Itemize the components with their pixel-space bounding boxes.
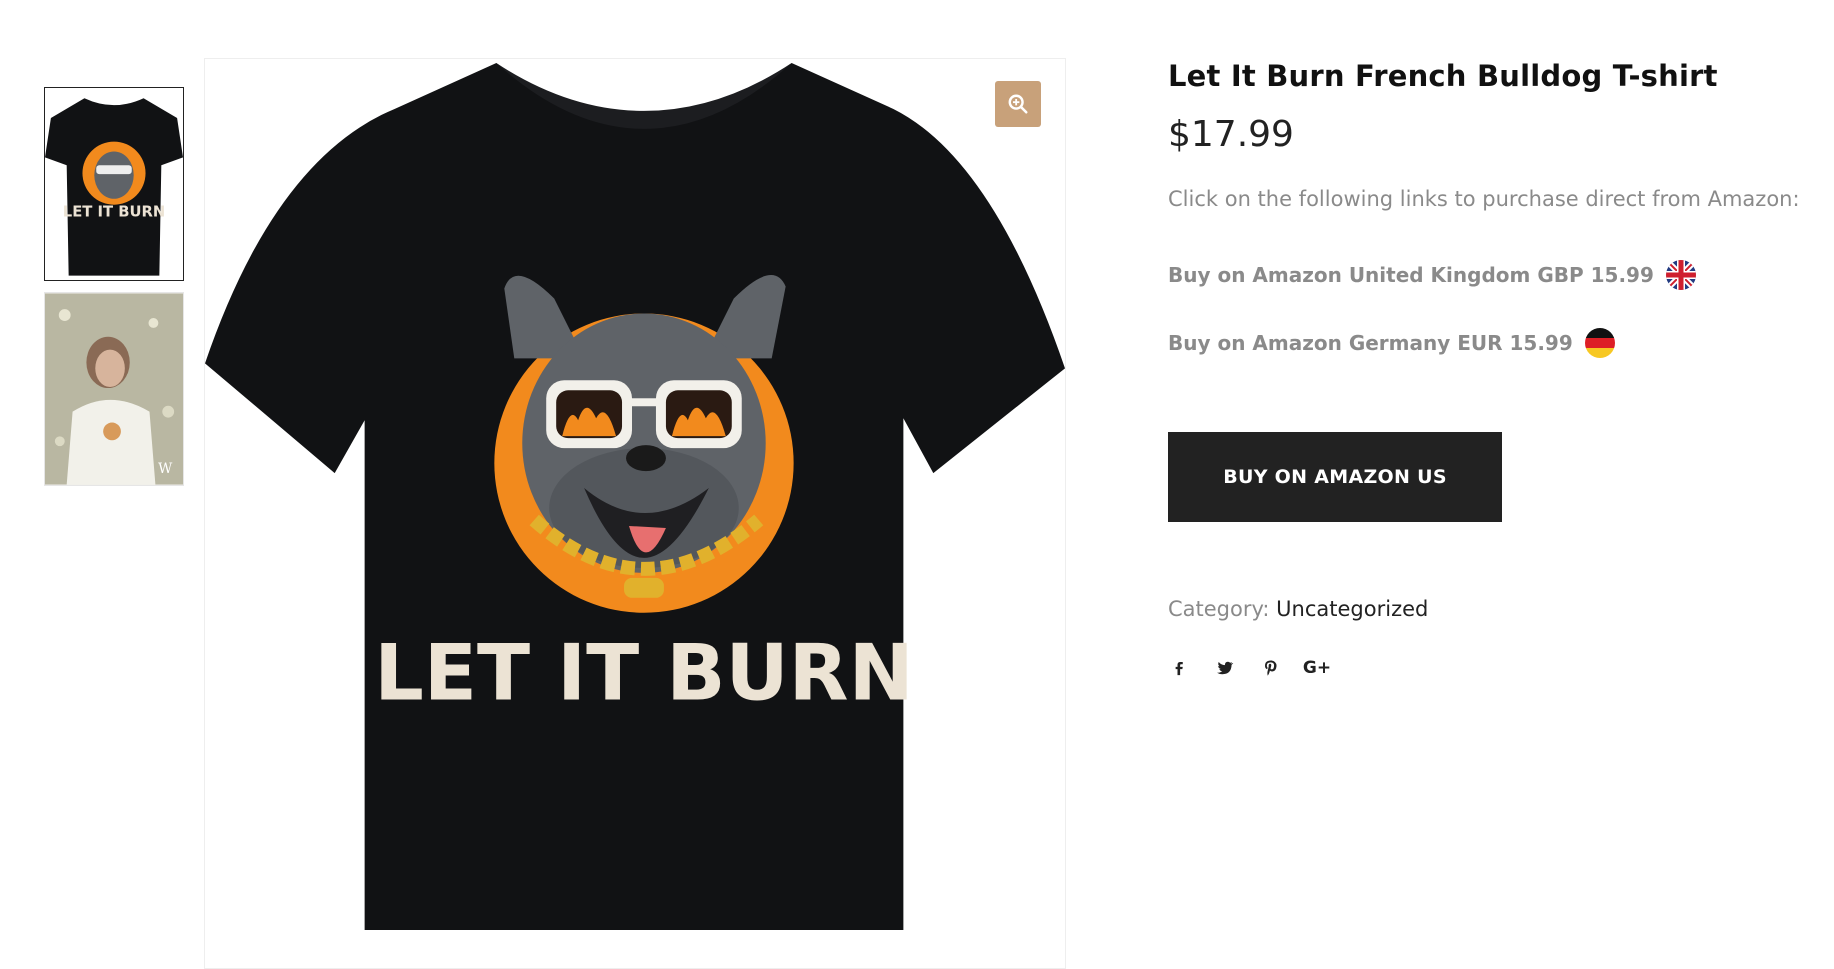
gallery-thumbnail-2[interactable]: W — [44, 292, 184, 486]
thumbnail-shirt-image: LET IT BURN — [45, 88, 183, 280]
social-share: G+ — [1168, 657, 1352, 679]
thumbnail-watermark: W — [158, 461, 173, 477]
category-link[interactable]: Uncategorized — [1276, 597, 1428, 621]
zoom-button[interactable] — [995, 81, 1041, 127]
buy-amazon-uk-label: Buy on Amazon United Kingdom GBP 15.99 — [1168, 263, 1654, 287]
gallery-thumbnail-1[interactable]: LET IT BURN — [44, 87, 184, 281]
thumbnail-print-text: LET IT BURN — [63, 204, 165, 221]
share-google-plus-button[interactable]: G+ — [1302, 657, 1332, 679]
zoom-in-icon — [1008, 94, 1028, 114]
purchase-intro-text: Click on the following links to purchase… — [1168, 187, 1800, 211]
share-twitter-button[interactable] — [1214, 657, 1236, 679]
category-label: Category: — [1168, 597, 1270, 621]
buy-amazon-germany-link[interactable]: Buy on Amazon Germany EUR 15.99 — [1168, 328, 1615, 358]
twitter-icon — [1216, 661, 1234, 675]
tshirt-image: LET IT BURN — [205, 59, 1065, 968]
print-text: LET IT BURN — [374, 629, 913, 719]
main-product-image[interactable]: LET IT BURN — [204, 58, 1066, 969]
uk-flag-icon — [1665, 260, 1696, 290]
germany-flag-icon — [1584, 328, 1615, 358]
google-plus-icon: G+ — [1302, 658, 1332, 678]
buy-on-amazon-us-button[interactable]: BUY ON AMAZON US — [1168, 432, 1502, 522]
product-title: Let It Burn French Bulldog T-shirt — [1168, 59, 1718, 93]
product-summary: Let It Burn French Bulldog T-shirt $17.9… — [1168, 52, 1834, 678]
product-category: Category: Uncategorized — [1168, 597, 1428, 621]
buy-amazon-uk-link[interactable]: Buy on Amazon United Kingdom GBP 15.99 — [1168, 260, 1696, 290]
thumbnail-model-image: W — [45, 293, 183, 485]
pinterest-icon — [1265, 660, 1277, 676]
share-facebook-button[interactable] — [1168, 657, 1190, 679]
facebook-icon — [1175, 662, 1183, 676]
product-price: $17.99 — [1168, 114, 1294, 155]
buy-amazon-germany-label: Buy on Amazon Germany EUR 15.99 — [1168, 331, 1573, 355]
share-pinterest-button[interactable] — [1260, 657, 1282, 679]
